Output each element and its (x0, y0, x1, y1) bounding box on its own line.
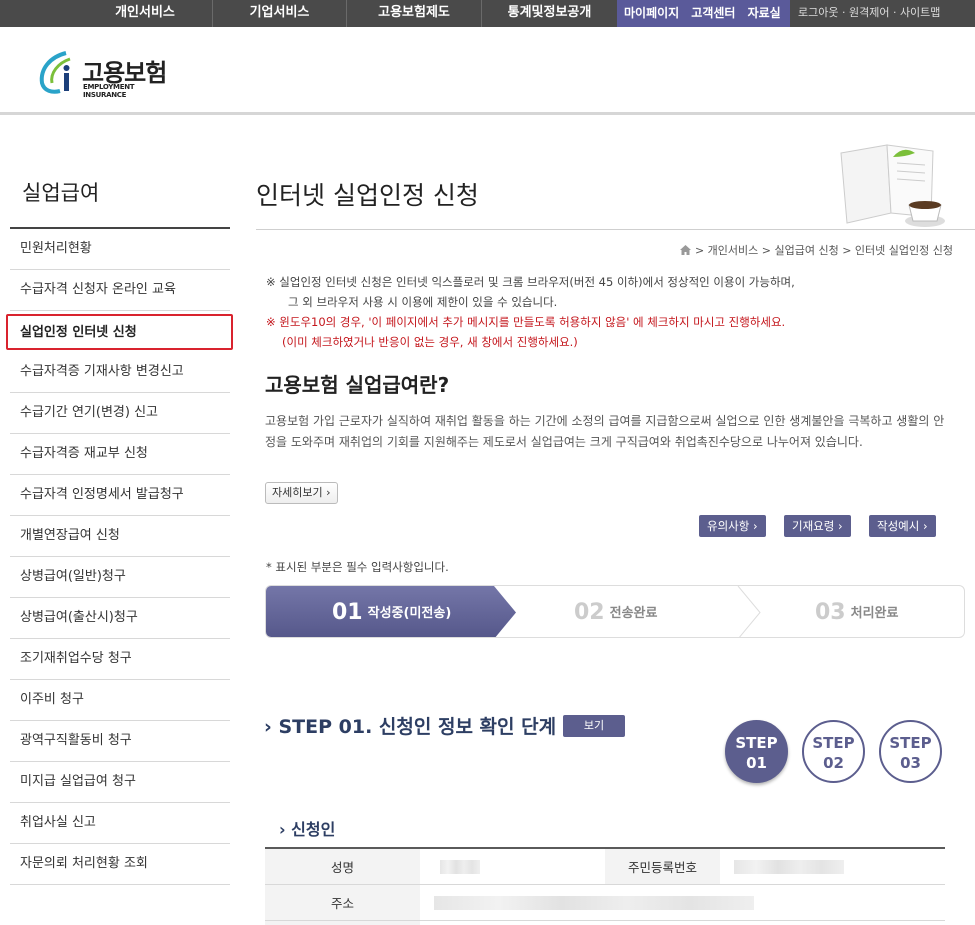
sidebar-item-sickness-maternity[interactable]: 상병급여(출산시)청구 (10, 598, 230, 639)
sidebar-item-reissue[interactable]: 수급자격증 재교부 신청 (10, 434, 230, 475)
sidebar-item-early-reemployment[interactable]: 조기재취업수당 청구 (10, 639, 230, 680)
nav-mypage[interactable]: 마이페이지 (624, 6, 679, 20)
applicant-info-table: 성명 주민등록번호 주소 (265, 847, 945, 925)
nav-personal-service[interactable]: 개인서비스 (78, 0, 212, 27)
section-description: 고용보험 가입 근로자가 실직하여 재취업 활동을 하는 기간에 소정의 급여를… (265, 414, 945, 449)
sidebar-item-unpaid-benefit[interactable]: 미지급 실업급여 청구 (10, 762, 230, 803)
view-button[interactable]: 보기 (563, 715, 625, 737)
step-circle-1: STEP 01 (725, 720, 788, 783)
progress-step-3: 03 처리완료 (815, 600, 899, 625)
sidebar-item-internet-recognition[interactable]: 실업인정 인터넷 신청 (6, 314, 233, 350)
progress-steps: 01 작성중(미전송) 02 전송완료 03 처리완료 (265, 585, 965, 638)
logo-icon (39, 51, 71, 94)
logo-text-english: EMPLOYMENT INSURANCE (83, 83, 135, 99)
page-title: 인터넷 실업인정 신청 (256, 181, 479, 210)
sidebar-item-sickness-general[interactable]: 상병급여(일반)청구 (10, 557, 230, 598)
progress-step-2: 02 전송완료 (574, 600, 658, 625)
home-icon[interactable] (679, 245, 691, 255)
site-header: 고용보험 EMPLOYMENT INSURANCE (0, 27, 975, 115)
sidebar-title: 실업급여 (10, 165, 230, 229)
table-row: 주소 (265, 884, 945, 921)
sidebar: 실업급여 민원처리현황 수급자격 신청자 온라인 교육 실업인정 인터넷 신청 … (6, 165, 233, 885)
more-details-button[interactable]: 자세히보기 › (265, 482, 338, 504)
breadcrumb: > 개인서비스 > 실업급여 신청 > 인터넷 실업인정 신청 (679, 242, 953, 258)
chevron-right-icon: › (264, 716, 272, 738)
rrn-value (720, 848, 945, 885)
step-circle-3: STEP 03 (879, 720, 942, 783)
step-heading: › STEP 01. 신청인 정보 확인 단계 (264, 716, 557, 738)
sidebar-item-complaint-status[interactable]: 민원처리현황 (10, 229, 230, 270)
rrn-label: 주민등록번호 (605, 848, 720, 885)
browser-notice: ※ 실업인정 인터넷 신청은 인터넷 익스플로러 및 크롬 브라우저(버전 45… (266, 272, 795, 352)
nav-utility-group: 마이페이지 고객센터 자료실 (617, 0, 790, 27)
redacted-rrn (734, 860, 844, 874)
nav-insurance-system[interactable]: 고용보험제도 (346, 0, 481, 27)
writing-guide-button[interactable]: 기재요령 › (784, 515, 851, 537)
nav-util-links[interactable]: 로그아웃 · 원격제어 · 사이트맵 (798, 0, 940, 27)
sidebar-item-extended-benefit[interactable]: 개별연장급여 신청 (10, 516, 230, 557)
example-button[interactable]: 작성예시 › (869, 515, 936, 537)
logo[interactable]: 고용보험 EMPLOYMENT INSURANCE (36, 49, 176, 99)
redacted-address (434, 895, 754, 910)
breadcrumb-path: > 개인서비스 > 실업급여 신청 > 인터넷 실업인정 신청 (694, 244, 953, 257)
name-value (420, 848, 605, 885)
notice-line-2: 그 외 브라우저 사용 시 이용에 제한이 있을 수 있습니다. (288, 295, 558, 309)
nav-customer-center[interactable]: 고객센터 (691, 6, 735, 20)
nav-corporate-service[interactable]: 기업서비스 (212, 0, 346, 27)
chevron-right-icon: › (279, 820, 286, 839)
applicant-heading: › 신청인 (279, 820, 336, 839)
notice-line-3: ※ 윈도우10의 경우, '이 페이지에서 추가 메시지를 만들도록 허용하지 … (266, 315, 786, 329)
sidebar-item-certificate[interactable]: 수급자격 인정명세서 발급청구 (10, 475, 230, 516)
nav-statistics[interactable]: 통계및정보공개 (481, 0, 617, 27)
required-note: * 표시된 부분은 필수 입력사항입니다. (266, 560, 449, 574)
top-navigation: 개인서비스 기업서비스 고용보험제도 통계및정보공개 마이페이지 고객센터 자료… (0, 0, 975, 27)
address-label: 주소 (265, 884, 420, 921)
sidebar-item-period-extension[interactable]: 수급기간 연기(변경) 신고 (10, 393, 230, 434)
title-divider (256, 229, 975, 230)
redacted-name (440, 860, 480, 874)
sidebar-item-relocation[interactable]: 이주비 청구 (10, 680, 230, 721)
table-row (265, 920, 945, 925)
progress-step-1: 01 작성중(미전송) (332, 600, 452, 625)
table-row: 성명 주민등록번호 (265, 848, 945, 885)
step-circle-2: STEP 02 (802, 720, 865, 783)
notice-line-1: ※ 실업인정 인터넷 신청은 인터넷 익스플로러 및 크롬 브라우저(버전 45… (266, 275, 795, 289)
sidebar-item-change-report[interactable]: 수급자격증 기재사항 변경신고 (10, 352, 230, 393)
nav-library[interactable]: 자료실 (748, 6, 781, 20)
book-coffee-illustration (840, 144, 945, 227)
sidebar-item-employment-report[interactable]: 취업사실 신고 (10, 803, 230, 844)
notice-line-4: (이미 체크하였거나 반응이 없는 경우, 새 창에서 진행하세요.) (282, 335, 578, 349)
sidebar-item-consultation-status[interactable]: 자문의뢰 처리현황 조회 (10, 844, 230, 885)
sidebar-item-job-search-expense[interactable]: 광역구직활동비 청구 (10, 721, 230, 762)
address-value (420, 884, 945, 921)
precautions-button[interactable]: 유의사항 › (699, 515, 766, 537)
sidebar-item-online-education[interactable]: 수급자격 신청자 온라인 교육 (10, 270, 230, 311)
section-heading: 고용보험 실업급여란? (265, 373, 450, 397)
name-label: 성명 (265, 848, 420, 885)
